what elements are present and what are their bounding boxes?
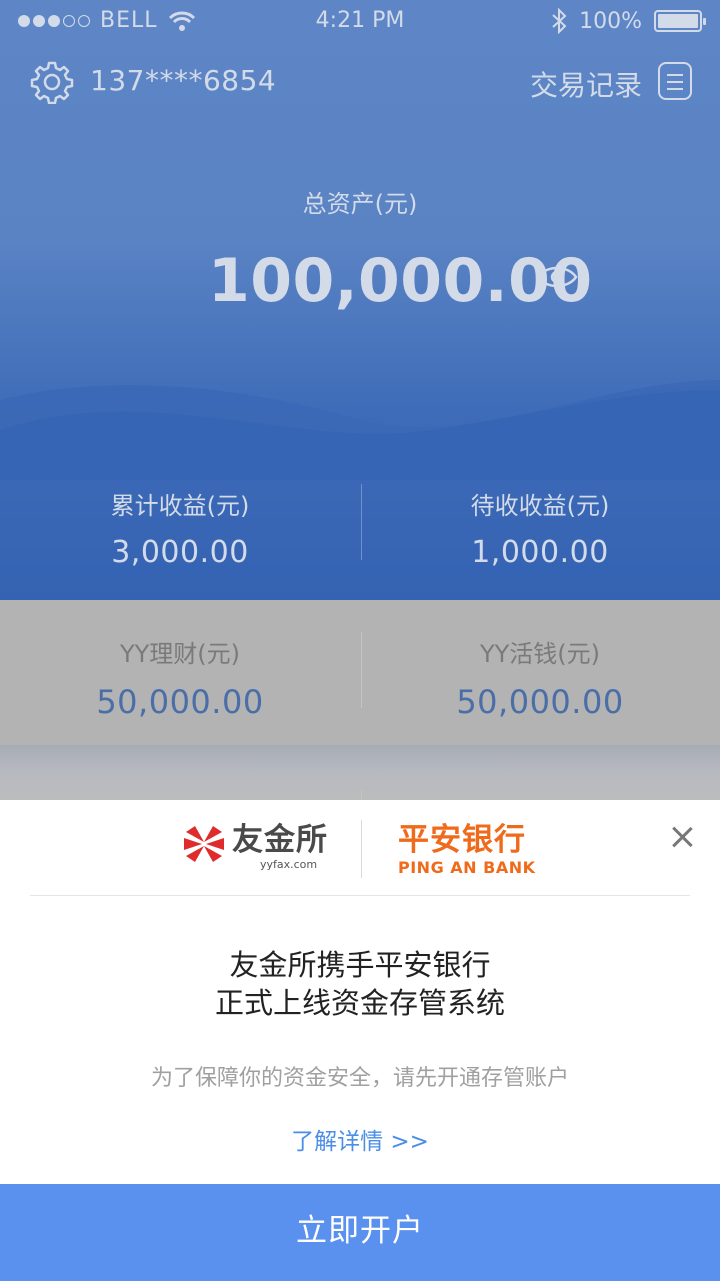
battery-percent: 100% xyxy=(579,8,642,34)
pingan-logo-name: 平安银行 xyxy=(398,822,526,858)
eye-icon[interactable] xyxy=(536,262,578,292)
status-bar: BELL 4:21 PM 100% xyxy=(0,0,720,44)
yyfax-logo-domain: yyfax.com xyxy=(260,858,318,871)
promo-headline-line2: 正式上线资金存管系统 xyxy=(214,986,505,1020)
product-yy-licai-label: YY理财(元) xyxy=(119,640,241,668)
yyfax-logo-icon xyxy=(184,826,224,862)
cumulative-earnings[interactable]: 累计收益(元) 3,000.00 xyxy=(0,486,360,570)
close-icon[interactable] xyxy=(668,824,696,852)
pending-earnings[interactable]: 待收收益(元) 1,000.00 xyxy=(360,486,720,570)
bluetooth-icon xyxy=(552,8,567,34)
pending-earnings-value: 1,000.00 xyxy=(471,535,609,570)
sheet-divider xyxy=(30,895,690,896)
products-section-fade xyxy=(0,745,720,800)
yyfax-logo: 友金所 yyfax.com xyxy=(182,822,328,878)
product-yy-huoqian[interactable]: YY活钱(元) 50,000.00 xyxy=(360,634,720,721)
gear-icon[interactable] xyxy=(30,60,74,104)
yyfax-logo-name: 友金所 xyxy=(232,822,328,858)
promo-headline-line1: 友金所携手平安银行 xyxy=(229,948,491,982)
pingan-bank-logo: 平安银行 PING AN BANK xyxy=(398,822,535,877)
product-yy-licai-value: 50,000.00 xyxy=(96,683,264,721)
product-yy-licai[interactable]: YY理财(元) 50,000.00 xyxy=(0,634,360,721)
products-divider-lower xyxy=(361,790,362,800)
cumulative-earnings-label: 累计收益(元) xyxy=(110,492,250,520)
product-yy-huoqian-value: 50,000.00 xyxy=(456,683,624,721)
promo-headline: 友金所携手平安银行 正式上线资金存管系统 xyxy=(0,946,720,1022)
promo-subtitle: 为了保障你的资金安全，请先开通存管账户 xyxy=(150,1066,569,1091)
learn-more-link[interactable]: 了解详情 >> xyxy=(0,1122,720,1156)
logo-divider xyxy=(361,820,362,878)
wave-decoration xyxy=(0,380,720,480)
open-account-button[interactable]: 立即开户 xyxy=(0,1184,720,1281)
status-right: 100% xyxy=(551,8,706,34)
total-assets-label: 总资产(元) xyxy=(302,190,418,218)
phone-number: 137****6854 xyxy=(90,64,277,97)
product-yy-huoqian-label: YY活钱(元) xyxy=(479,640,601,668)
cumulative-earnings-value: 3,000.00 xyxy=(111,535,249,570)
pingan-logo-english: PING AN BANK xyxy=(398,858,536,877)
total-assets-value: 100,000.00 xyxy=(208,246,593,316)
battery-icon xyxy=(654,10,706,32)
list-icon[interactable] xyxy=(658,62,692,100)
transaction-records-link[interactable]: 交易记录 xyxy=(530,64,642,104)
pending-earnings-label: 待收收益(元) xyxy=(470,492,610,520)
account-header: 137****6854 交易记录 xyxy=(0,56,720,106)
